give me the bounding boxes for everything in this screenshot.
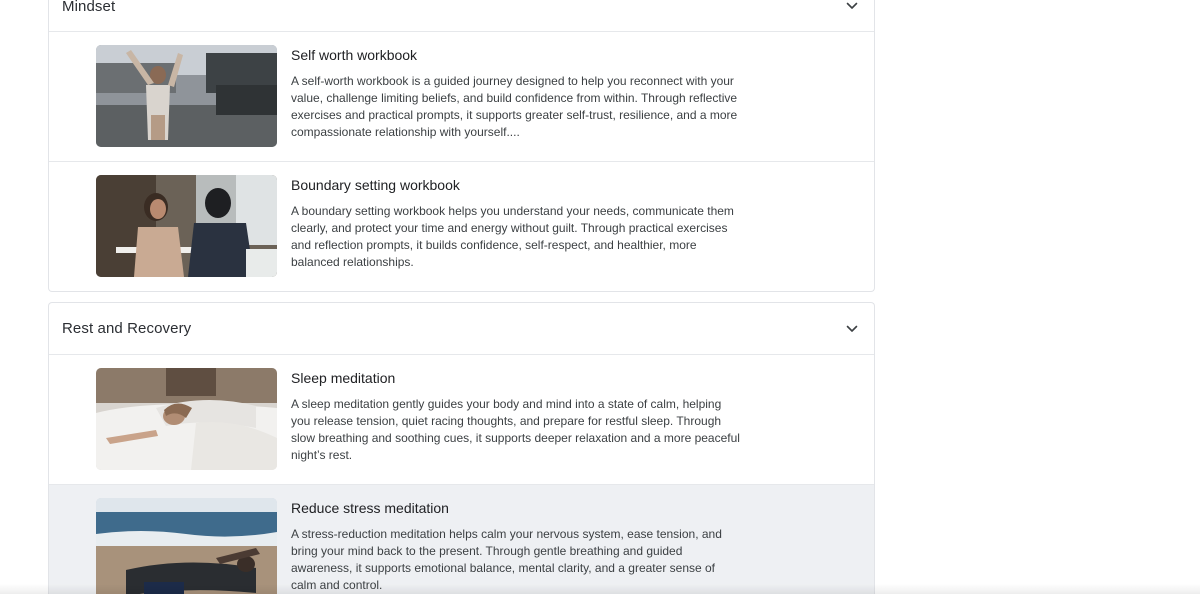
item-description: A sleep meditation gently guides your bo… <box>291 397 740 462</box>
section-title: Mindset <box>62 0 116 15</box>
section-rest-and-recovery: Rest and Recovery Sleep meditation A sle… <box>48 302 875 594</box>
list-item[interactable]: Reduce stress meditation A stress-reduct… <box>49 485 874 594</box>
item-description: A self-worth workbook is a guided journe… <box>291 74 738 139</box>
list-item[interactable]: Self worth workbook A self-worth workboo… <box>49 32 874 162</box>
item-description: A boundary setting workbook helps you un… <box>291 204 734 269</box>
item-title: Boundary setting workbook <box>291 177 460 193</box>
chevron-down-icon[interactable] <box>844 321 860 337</box>
section-title: Rest and Recovery <box>62 320 192 337</box>
section-header-rest-and-recovery[interactable]: Rest and Recovery <box>49 303 874 355</box>
woman-sleeping-in-bed-photo <box>96 368 277 470</box>
item-title: Self worth workbook <box>291 47 418 63</box>
bottom-scroll-shadow <box>0 584 1200 594</box>
item-title: Sleep meditation <box>291 370 396 386</box>
chevron-down-icon[interactable] <box>844 0 860 14</box>
list-item[interactable]: Boundary setting workbook A boundary set… <box>49 162 874 291</box>
section-header-mindset[interactable]: Mindset <box>49 0 874 32</box>
woman-stretching-outdoors-photo <box>96 45 277 147</box>
two-women-conversation-photo <box>96 175 277 277</box>
section-mindset: Mindset Self worth workbook A self-worth… <box>48 0 875 292</box>
person-resting-on-beach-photo <box>96 498 277 594</box>
list-item[interactable]: Sleep meditation A sleep meditation gent… <box>49 355 874 485</box>
item-title: Reduce stress meditation <box>291 500 449 516</box>
